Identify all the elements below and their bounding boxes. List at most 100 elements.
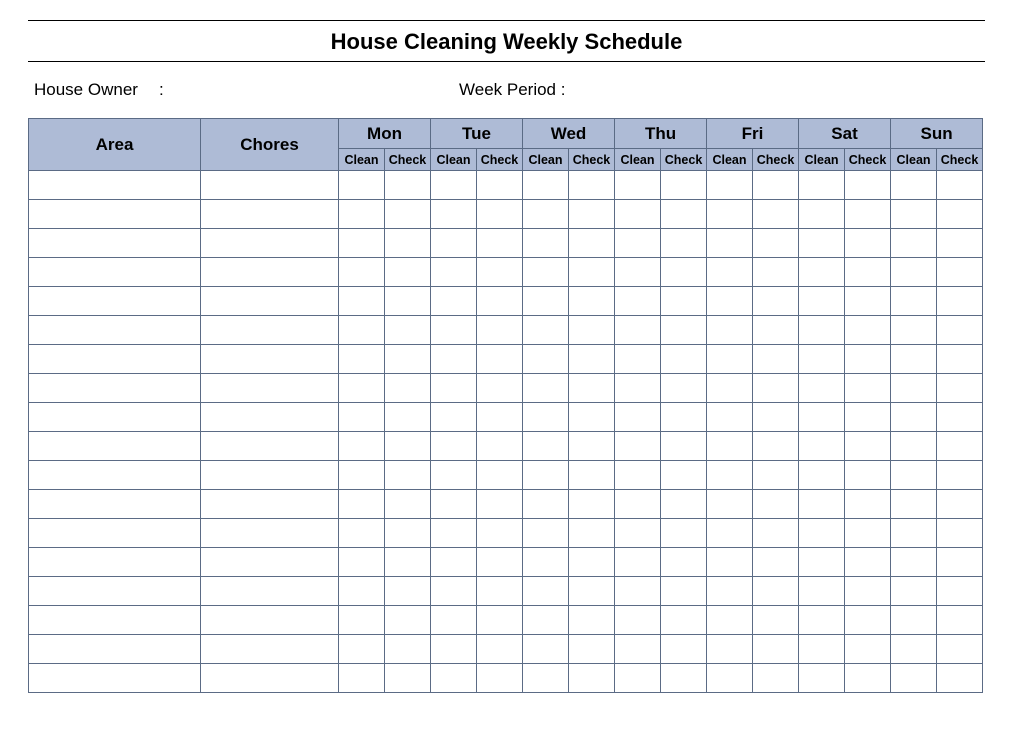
cell-chores bbox=[201, 548, 339, 577]
cell-day bbox=[477, 548, 523, 577]
cell-day bbox=[753, 664, 799, 693]
table-row bbox=[29, 229, 983, 258]
table-row bbox=[29, 664, 983, 693]
cell-chores bbox=[201, 577, 339, 606]
cell-day bbox=[477, 635, 523, 664]
cell-day bbox=[385, 258, 431, 287]
cell-day bbox=[385, 577, 431, 606]
cell-area bbox=[29, 200, 201, 229]
header-sub-clean: Clean bbox=[615, 149, 661, 171]
cell-day bbox=[615, 171, 661, 200]
cell-day bbox=[431, 635, 477, 664]
cell-day bbox=[937, 635, 983, 664]
cell-day bbox=[799, 258, 845, 287]
table-row bbox=[29, 258, 983, 287]
cell-day bbox=[385, 635, 431, 664]
cell-day bbox=[707, 432, 753, 461]
cell-day bbox=[523, 490, 569, 519]
cell-day bbox=[477, 345, 523, 374]
cell-day bbox=[661, 345, 707, 374]
cell-day bbox=[431, 374, 477, 403]
cell-chores bbox=[201, 200, 339, 229]
cell-day bbox=[615, 229, 661, 258]
cell-day bbox=[477, 287, 523, 316]
cell-day bbox=[523, 577, 569, 606]
cell-area bbox=[29, 229, 201, 258]
cell-day bbox=[569, 374, 615, 403]
cell-day bbox=[431, 432, 477, 461]
cell-day bbox=[661, 258, 707, 287]
cell-day bbox=[615, 403, 661, 432]
cell-day bbox=[385, 664, 431, 693]
cell-day bbox=[339, 171, 385, 200]
cell-day bbox=[753, 229, 799, 258]
cell-day bbox=[891, 548, 937, 577]
week-label: Week Period : bbox=[459, 80, 565, 100]
cell-day bbox=[477, 374, 523, 403]
owner-field: House Owner : bbox=[34, 80, 459, 100]
cell-day bbox=[707, 606, 753, 635]
cell-day bbox=[431, 345, 477, 374]
cell-day bbox=[707, 374, 753, 403]
cell-day bbox=[477, 519, 523, 548]
cell-day bbox=[431, 403, 477, 432]
cell-day bbox=[523, 258, 569, 287]
cell-day bbox=[845, 229, 891, 258]
cell-day bbox=[937, 374, 983, 403]
cell-day bbox=[477, 577, 523, 606]
meta-row: House Owner : Week Period : bbox=[28, 80, 985, 100]
cell-day bbox=[385, 403, 431, 432]
cell-chores bbox=[201, 403, 339, 432]
header-sub-clean: Clean bbox=[431, 149, 477, 171]
owner-colon: : bbox=[159, 80, 173, 100]
schedule-body bbox=[29, 171, 983, 693]
cell-day bbox=[753, 316, 799, 345]
cell-day bbox=[569, 403, 615, 432]
cell-day bbox=[569, 664, 615, 693]
cell-day bbox=[661, 287, 707, 316]
header-sub-check: Check bbox=[569, 149, 615, 171]
cell-area bbox=[29, 606, 201, 635]
cell-day bbox=[845, 548, 891, 577]
cell-day bbox=[799, 316, 845, 345]
cell-day bbox=[523, 548, 569, 577]
cell-day bbox=[753, 635, 799, 664]
cell-area bbox=[29, 171, 201, 200]
cell-day bbox=[891, 432, 937, 461]
cell-day bbox=[707, 200, 753, 229]
cell-day bbox=[937, 200, 983, 229]
cell-day bbox=[569, 316, 615, 345]
cell-chores bbox=[201, 345, 339, 374]
cell-day bbox=[937, 258, 983, 287]
cell-day bbox=[937, 577, 983, 606]
cell-day bbox=[845, 635, 891, 664]
cell-day bbox=[661, 577, 707, 606]
cell-day bbox=[615, 635, 661, 664]
cell-day bbox=[661, 461, 707, 490]
cell-day bbox=[707, 316, 753, 345]
table-row bbox=[29, 374, 983, 403]
cell-day bbox=[891, 374, 937, 403]
table-row bbox=[29, 200, 983, 229]
cell-day bbox=[385, 229, 431, 258]
cell-day bbox=[707, 258, 753, 287]
header-sub-check: Check bbox=[845, 149, 891, 171]
cell-day bbox=[799, 606, 845, 635]
header-day-sun: Sun bbox=[891, 119, 983, 149]
cell-day bbox=[523, 635, 569, 664]
cell-day bbox=[845, 606, 891, 635]
cell-day bbox=[523, 461, 569, 490]
cell-day bbox=[339, 461, 385, 490]
cell-day bbox=[477, 490, 523, 519]
cell-day bbox=[477, 171, 523, 200]
cell-area bbox=[29, 461, 201, 490]
cell-day bbox=[799, 374, 845, 403]
cell-day bbox=[891, 635, 937, 664]
cell-day bbox=[431, 664, 477, 693]
cell-day bbox=[753, 606, 799, 635]
cell-day bbox=[569, 229, 615, 258]
cell-day bbox=[799, 200, 845, 229]
cell-day bbox=[615, 461, 661, 490]
cell-day bbox=[937, 287, 983, 316]
cell-area bbox=[29, 345, 201, 374]
